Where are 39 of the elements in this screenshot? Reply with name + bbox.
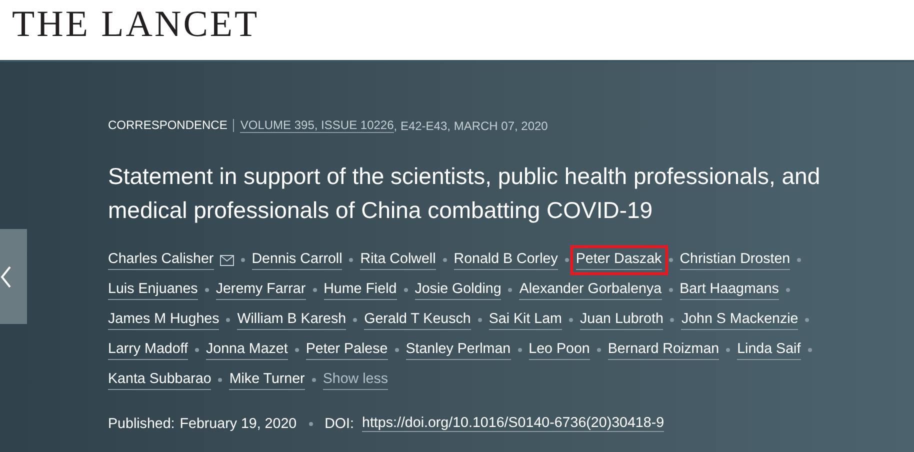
doi-label: DOI: <box>324 416 354 432</box>
article-type: CORRESPONDENCE <box>108 119 234 132</box>
chevron-left-icon <box>0 264 12 288</box>
author-link[interactable]: William B Karesh <box>231 305 352 335</box>
author-link[interactable]: Peter Daszak <box>570 245 668 275</box>
author-link[interactable]: Gerald T Keusch <box>358 305 477 335</box>
author-link[interactable]: Ronald B Corley <box>448 245 564 275</box>
author-link[interactable]: Sai Kit Lam <box>482 305 568 335</box>
show-less-link[interactable]: Show less <box>322 370 388 390</box>
author-link[interactable]: Jonna Mazet <box>200 335 294 365</box>
author-link[interactable]: Mike Turner <box>223 365 311 395</box>
mail-icon[interactable] <box>220 254 234 266</box>
lancet-logo[interactable]: THE LANCET <box>12 6 260 43</box>
author-link[interactable]: Juan Lubroth <box>574 305 670 335</box>
author-link[interactable]: Luis Enjuanes <box>102 275 204 305</box>
author-link[interactable]: Leo Poon <box>522 335 596 365</box>
article-title: Statement in support of the scientists, public health professionals, and medical professionals of China combatting COVID-19 <box>108 162 822 225</box>
author-link[interactable]: John S Mackenzie <box>675 305 804 335</box>
author-link[interactable]: Jeremy Farrar <box>210 275 312 305</box>
published-date: February 19, 2020 <box>180 416 297 432</box>
author-link[interactable]: Bart Haagmans <box>674 275 785 305</box>
author-link[interactable]: Hume Field <box>318 275 403 305</box>
author-link[interactable]: James M Hughes <box>102 305 226 335</box>
author-link[interactable]: Alexander Gorbalenya <box>513 275 668 305</box>
author-link[interactable]: Charles Calisher <box>102 245 240 275</box>
author-link[interactable]: Josie Golding <box>408 275 508 305</box>
pages-date: , E42-E43, MARCH 07, 2020 <box>394 118 548 132</box>
author-link[interactable]: Rita Colwell <box>354 245 442 275</box>
author-link[interactable]: Bernard Roizman <box>602 335 726 365</box>
author-link[interactable]: Christian Drosten <box>674 245 796 275</box>
doi-link[interactable]: https://doi.org/10.1016/S0140-6736(20)30418-9 <box>362 415 664 432</box>
published-label: Published: <box>108 416 175 432</box>
author-link[interactable]: Larry Madoff <box>102 335 194 365</box>
author-link[interactable]: Peter Palese <box>300 335 394 365</box>
volume-link[interactable]: VOLUME 395, ISSUE 10226 <box>240 118 394 133</box>
author-link[interactable]: Stanley Perlman <box>400 335 517 365</box>
author-link[interactable]: Dennis Carroll <box>246 245 348 275</box>
author-link[interactable]: Kanta Subbarao <box>102 365 218 395</box>
author-link[interactable]: Linda Saif <box>731 335 807 365</box>
